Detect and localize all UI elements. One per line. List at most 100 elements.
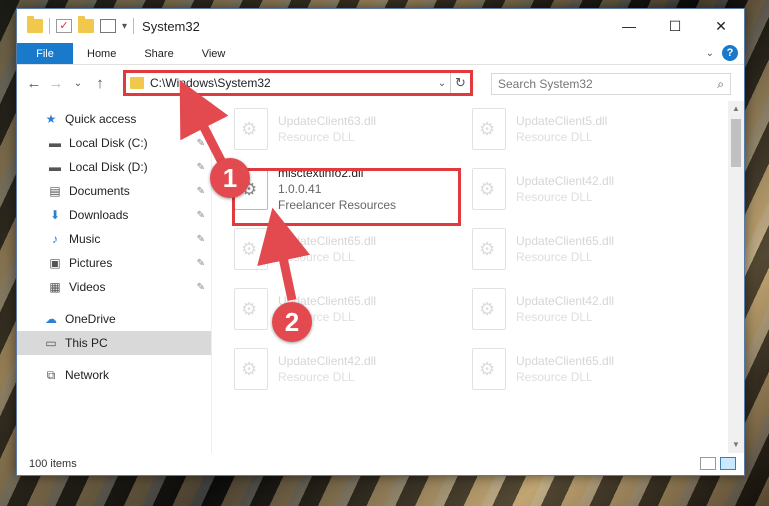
file-name: UpdateClient42.dll: [278, 354, 377, 368]
sidebar-item-label: Network: [65, 368, 110, 382]
sidebar-item-label: Documents: [69, 184, 130, 198]
sidebar-item-label: Downloads: [69, 208, 129, 222]
file-description: Resource DLL: [516, 190, 593, 204]
tiles-view-icon[interactable]: [720, 457, 736, 470]
file-item[interactable]: UpdateClient65.dll Resource DLL: [234, 283, 464, 335]
pin-icon[interactable]: ✎: [197, 234, 205, 245]
dll-file-icon: [472, 288, 506, 330]
highlight-box-file: [232, 168, 461, 226]
dll-file-icon: [234, 288, 268, 330]
tab-home[interactable]: Home: [73, 43, 130, 64]
sidebar-item-label: Quick access: [65, 112, 137, 126]
sidebar-item-label: Music: [69, 232, 101, 246]
file-name: UpdateClient65.dll: [278, 234, 377, 248]
qat-dropdown-icon[interactable]: ▾: [122, 21, 127, 32]
sidebar-item-videos[interactable]: ▦ Videos ✎: [17, 275, 211, 299]
sidebar-item-label: This PC: [65, 336, 108, 350]
new-folder-icon[interactable]: [78, 16, 94, 33]
sidebar-item-network[interactable]: ⧉ Network: [17, 363, 211, 387]
sidebar-item-pictures[interactable]: ▣ Pictures ✎: [17, 251, 211, 275]
scrollbar-thumb[interactable]: [731, 119, 741, 167]
explorer-window: ✓ ▾ System32 — ☐ ✕ File Home Share View …: [16, 8, 745, 476]
sidebar-item-downloads[interactable]: ⬇ Downloads ✎: [17, 203, 211, 227]
search-input[interactable]: Search System32: [498, 77, 717, 91]
dll-file-icon: [472, 108, 506, 150]
tab-file[interactable]: File: [17, 43, 73, 64]
maximize-button[interactable]: ☐: [652, 9, 698, 43]
back-button[interactable]: ←: [23, 75, 45, 92]
scroll-down-icon[interactable]: ▼: [728, 437, 744, 453]
pin-icon[interactable]: ✎: [197, 282, 205, 293]
quick-access-toolbar: ✓ ▾: [17, 16, 135, 34]
file-item[interactable]: UpdateClient65.dll Resource DLL: [472, 223, 702, 275]
pin-icon[interactable]: ✎: [197, 186, 205, 197]
address-bar[interactable]: C:\Windows\System32 ⌄ ↻: [123, 70, 473, 96]
explorer-body: ★ Quick access ▬ Local Disk (C:) ✎ ▬ Local Dis…: [17, 101, 744, 453]
navigation-pane: ★ Quick access ▬ Local Disk (C:) ✎ ▬ Local Dis…: [17, 101, 212, 453]
dll-file-icon: [234, 348, 268, 390]
file-item[interactable]: UpdateClient42.dll Resource DLL: [234, 343, 464, 395]
sidebar-item-this-pc[interactable]: ▭ This PC: [17, 331, 211, 355]
minimize-button[interactable]: —: [606, 9, 652, 43]
file-description: Resource DLL: [516, 310, 593, 324]
file-list: UpdateClient63.dll Resource DLL UpdateCl…: [212, 101, 744, 453]
pin-icon[interactable]: ✎: [197, 138, 205, 149]
refresh-button[interactable]: ↻: [450, 73, 470, 93]
sidebar-item-label: Pictures: [69, 256, 113, 270]
divider: [133, 18, 135, 34]
pin-icon[interactable]: ✎: [197, 210, 205, 221]
pin-icon[interactable]: ✎: [197, 258, 205, 269]
sidebar-item-onedrive[interactable]: ☁ OneDrive: [17, 307, 211, 331]
sidebar-item-documents[interactable]: ▤ Documents ✎: [17, 179, 211, 203]
sidebar-item-label: Local Disk (D:): [69, 160, 148, 174]
properties-check-icon[interactable]: ✓: [56, 19, 72, 33]
pin-icon[interactable]: ✎: [197, 162, 205, 173]
pictures-icon: ▣: [49, 256, 61, 270]
star-icon: ★: [45, 112, 57, 126]
scroll-up-icon[interactable]: ▲: [728, 101, 744, 117]
dll-file-icon: [472, 168, 506, 210]
sidebar-item-local-disk-c[interactable]: ▬ Local Disk (C:) ✎: [17, 131, 211, 155]
address-text[interactable]: C:\Windows\System32: [150, 76, 434, 90]
file-description: Resource DLL: [278, 250, 355, 264]
cloud-icon: ☁: [45, 312, 57, 326]
navigation-bar: ← → ⌄ ↑ C:\Windows\System32 ⌄ ↻ Search S…: [17, 65, 744, 101]
details-view-icon[interactable]: [700, 457, 716, 470]
window-title: System32: [142, 18, 200, 34]
drive-icon: ▬: [49, 136, 61, 150]
dll-file-icon: [472, 348, 506, 390]
help-icon[interactable]: ?: [722, 45, 738, 61]
vertical-scrollbar[interactable]: ▲ ▼: [728, 101, 744, 453]
close-button[interactable]: ✕: [698, 9, 744, 43]
dll-file-icon: [234, 228, 268, 270]
tab-share[interactable]: Share: [130, 43, 187, 64]
file-item[interactable]: UpdateClient42.dll Resource DLL: [472, 283, 702, 335]
file-name: UpdateClient42.dll: [516, 174, 615, 188]
item-count: 100 items: [29, 458, 77, 470]
up-button[interactable]: ↑: [89, 75, 111, 92]
step-badge-1: 1: [210, 158, 250, 198]
file-item[interactable]: UpdateClient42.dll Resource DLL: [472, 163, 702, 215]
title-bar: ✓ ▾ System32 — ☐ ✕: [17, 9, 744, 43]
file-item[interactable]: UpdateClient65.dll Resource DLL: [234, 223, 464, 275]
customize-icon[interactable]: [100, 19, 116, 33]
sidebar-item-local-disk-d[interactable]: ▬ Local Disk (D:) ✎: [17, 155, 211, 179]
window-controls: — ☐ ✕: [606, 9, 744, 43]
file-name: UpdateClient42.dll: [516, 294, 615, 308]
file-item[interactable]: UpdateClient5.dll Resource DLL: [472, 103, 702, 155]
recent-locations-button[interactable]: ⌄: [67, 78, 89, 89]
search-box[interactable]: Search System32 ⌕: [491, 73, 731, 95]
sidebar-item-label: Local Disk (C:): [69, 136, 148, 150]
download-icon: ⬇: [49, 208, 61, 222]
sidebar-item-quick-access[interactable]: ★ Quick access: [17, 107, 211, 131]
sidebar-item-music[interactable]: ♪ Music ✎: [17, 227, 211, 251]
file-item[interactable]: UpdateClient65.dll Resource DLL: [472, 343, 702, 395]
tab-view[interactable]: View: [188, 43, 240, 64]
chevron-down-icon[interactable]: ⌄: [434, 78, 450, 89]
forward-button[interactable]: →: [45, 75, 67, 92]
status-bar: 100 items: [17, 453, 744, 475]
computer-icon: ▭: [45, 336, 57, 350]
ribbon-expand-icon[interactable]: ⌄: [706, 48, 714, 59]
file-item[interactable]: UpdateClient63.dll Resource DLL: [234, 103, 464, 155]
